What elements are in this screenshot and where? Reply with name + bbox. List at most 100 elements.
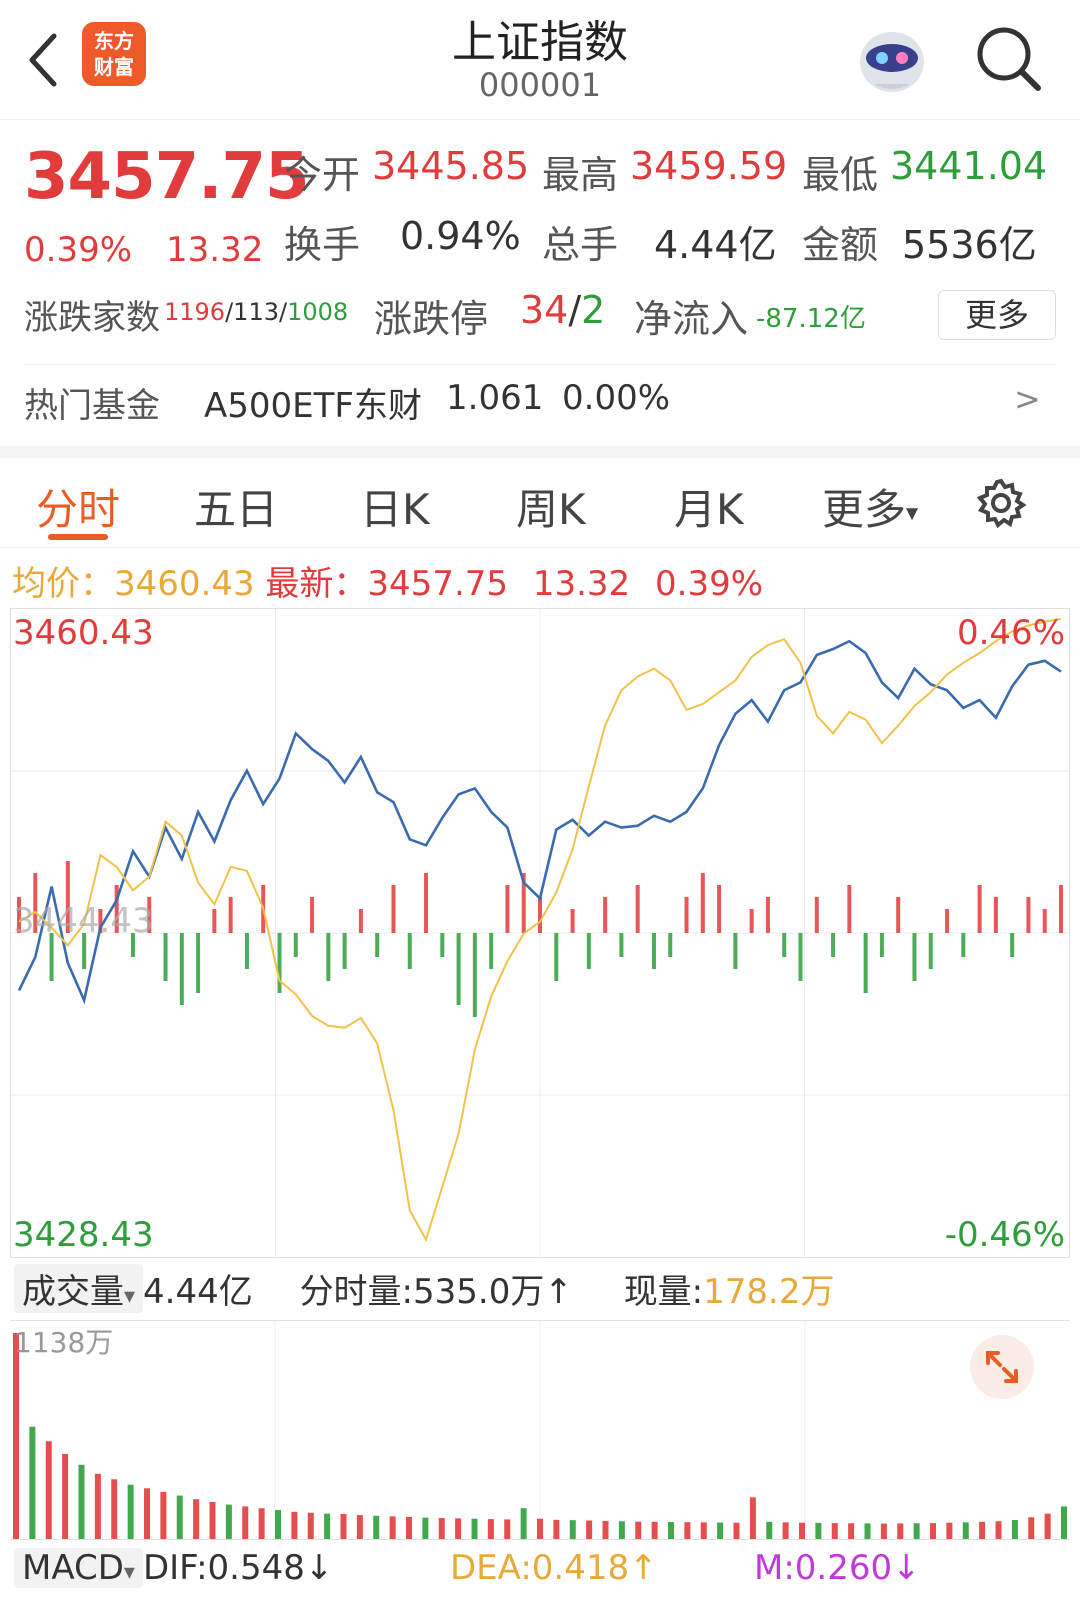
down-arrow-icon: ↓ xyxy=(892,1548,921,1588)
header: 东方 财富 上证指数 000001 xyxy=(0,0,1080,120)
flow-bar xyxy=(619,933,624,957)
volume-bar xyxy=(389,1516,396,1539)
volume-bar xyxy=(438,1518,445,1539)
tab-more[interactable]: 更多▾ xyxy=(822,476,918,537)
volume-bar xyxy=(144,1488,150,1539)
flow-bar xyxy=(993,897,998,933)
volume-bar xyxy=(13,1333,19,1539)
flow-bar xyxy=(570,909,575,933)
app-logo[interactable]: 东方 财富 xyxy=(82,22,146,86)
down-arrow-icon: ↓ xyxy=(304,1548,334,1588)
breadth-flat: 113 xyxy=(233,298,279,326)
flow-bar xyxy=(326,933,331,981)
macd-bar: MACD▾ DIF:0.548↓ DEA:0.418↑ M:0.260↓ xyxy=(14,1548,1074,1594)
volume-bar xyxy=(864,1523,871,1539)
volume-bar xyxy=(733,1522,740,1539)
volume-bar xyxy=(160,1491,167,1539)
volume-bar xyxy=(651,1521,658,1539)
breadth-counts: 1196/113/1008 xyxy=(164,298,349,326)
volume-bar xyxy=(111,1479,118,1539)
volume-bar xyxy=(962,1522,969,1539)
back-icon[interactable] xyxy=(22,30,66,90)
flow-bar xyxy=(424,873,429,933)
search-icon[interactable] xyxy=(972,22,1048,98)
latest-label: 最新： xyxy=(265,564,368,604)
minute-volume-label: 分时量: xyxy=(299,1272,414,1312)
high-value: 3459.59 xyxy=(630,144,788,188)
limit-down: 2 xyxy=(581,288,606,332)
flow-bar xyxy=(896,897,901,933)
flow-bar xyxy=(1042,909,1047,933)
volume-bar xyxy=(406,1516,412,1539)
turnover-value: 0.94% xyxy=(400,214,521,258)
settings-gear-icon[interactable] xyxy=(976,478,1027,529)
volume-bar xyxy=(373,1515,380,1539)
flow-bar xyxy=(342,933,347,969)
expand-icon[interactable] xyxy=(970,1335,1034,1399)
tab-five-day[interactable]: 五日 xyxy=(194,476,278,537)
macd-selector[interactable]: MACD▾ xyxy=(14,1548,143,1588)
flow-bar xyxy=(1059,885,1063,933)
hot-fund-row[interactable]: 热门基金 A500ETF东财 1.061 0.00% > xyxy=(0,370,1080,446)
volume-bar xyxy=(324,1513,331,1539)
change-percent: 0.39% xyxy=(24,230,133,270)
page-title: 上证指数 xyxy=(452,17,628,68)
limit-up: 34 xyxy=(520,288,569,332)
flow-bar xyxy=(310,897,315,933)
flow-bar xyxy=(765,897,770,933)
volume-bar xyxy=(700,1522,707,1539)
robot-assistant-icon[interactable] xyxy=(852,20,932,100)
volume-bar xyxy=(537,1518,543,1539)
volume-bar xyxy=(668,1521,674,1539)
tab-intraday[interactable]: 分时 xyxy=(36,476,120,537)
volume-bar xyxy=(831,1523,838,1539)
price-chart-svg xyxy=(11,609,1069,1257)
macd-m-wrap: M:0.260↓ xyxy=(754,1548,921,1588)
volume-bar xyxy=(242,1506,249,1539)
flow-bar xyxy=(717,885,722,933)
volume-bar xyxy=(749,1497,756,1539)
macd-dea-wrap: DEA:0.418↑ xyxy=(450,1548,658,1588)
volume-total: 4.44亿 xyxy=(143,1272,253,1312)
volume-bar xyxy=(979,1521,986,1539)
flow-bar xyxy=(277,933,282,993)
volume-bar xyxy=(487,1519,494,1539)
total-hands-value: 4.44亿 xyxy=(654,223,777,267)
y-bottom-label: 3428.43 xyxy=(13,1215,154,1255)
volume-bar xyxy=(848,1523,855,1539)
macd-m: M:0.260 xyxy=(754,1548,893,1588)
tab-daily-k[interactable]: 日K xyxy=(360,476,430,537)
volume-bar xyxy=(717,1522,724,1539)
divider xyxy=(24,364,1056,365)
volume-chart[interactable]: 1138万 xyxy=(10,1320,1070,1540)
volume-max-label: 1138万 xyxy=(14,1326,114,1359)
flow-bar xyxy=(668,933,673,957)
flow-bar xyxy=(244,933,249,969)
tab-weekly-k[interactable]: 周K xyxy=(516,476,586,537)
low-label: 最低 xyxy=(802,153,879,197)
flow-bar xyxy=(212,909,217,933)
tab-monthly-k[interactable]: 月K xyxy=(674,476,744,537)
high-label: 最高 xyxy=(542,153,619,197)
flow-bar xyxy=(358,909,363,933)
flow-bar xyxy=(505,885,510,933)
turnover-label: 换手 xyxy=(284,223,361,267)
volume-bar xyxy=(618,1521,625,1539)
amount-label: 金额 xyxy=(802,223,879,267)
volume-bar xyxy=(307,1512,314,1539)
flow-bar xyxy=(945,909,950,933)
volume-bar xyxy=(815,1522,822,1539)
volume-selector[interactable]: 成交量▾ xyxy=(14,1264,144,1313)
open-value: 3445.85 xyxy=(372,144,530,188)
flow-bar xyxy=(163,933,168,981)
volume-bar xyxy=(356,1515,363,1539)
netflow-label: 净流入 xyxy=(634,297,749,341)
y-mid-label: 3444.43 xyxy=(13,901,154,941)
flow-bar xyxy=(961,933,966,957)
flow-bar xyxy=(1026,897,1031,933)
hot-fund-label: 热门基金 xyxy=(24,386,160,426)
flow-bar xyxy=(684,897,689,933)
intraday-chart[interactable]: 3460.43 0.46% 3444.43 3428.43 -0.46% xyxy=(10,608,1070,1258)
minute-volume-value: 535.0万 xyxy=(413,1272,545,1312)
more-button[interactable]: 更多 xyxy=(938,290,1056,340)
